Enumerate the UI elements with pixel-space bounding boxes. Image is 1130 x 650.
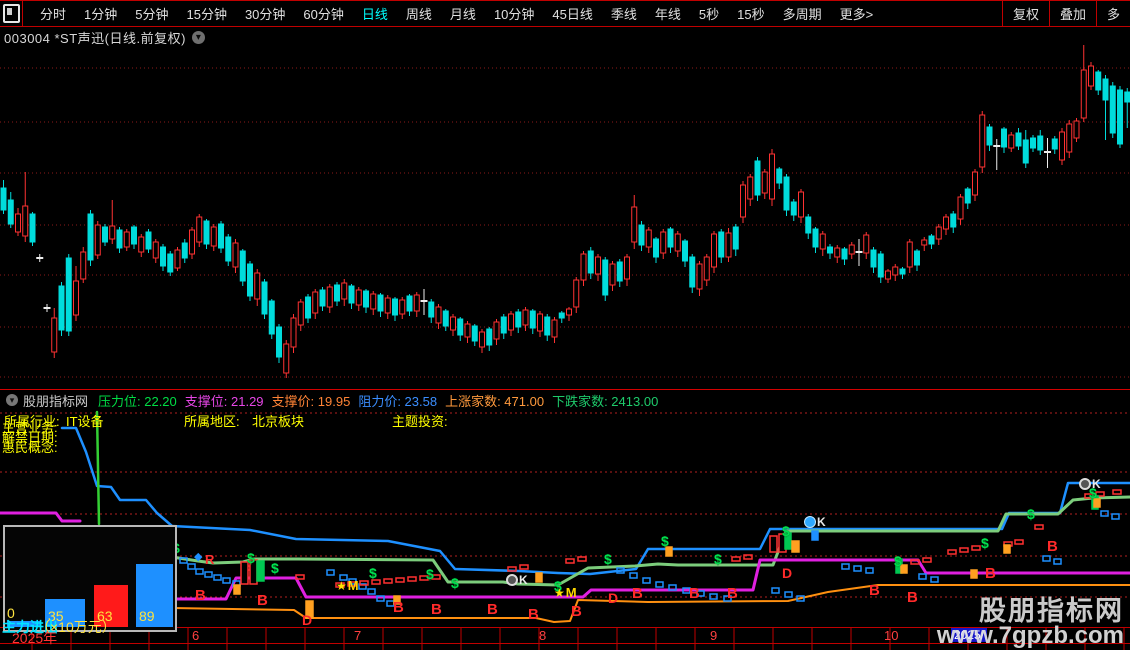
- toolbar-period-7[interactable]: 周线: [397, 4, 441, 23]
- toolbar-period-4[interactable]: 30分钟: [236, 4, 294, 23]
- toolbar-right-1[interactable]: 叠加: [1048, 1, 1096, 26]
- axis-month-10: 10: [884, 628, 899, 643]
- toolbar-period-11[interactable]: 季线: [602, 4, 646, 23]
- axis-month-8: 8: [539, 628, 547, 643]
- indicator-header-row: ▾ 股朋指标网 压力位: 22.20 支撑位: 21.29 支撑价: 19.95 阻力…: [0, 391, 1130, 409]
- app-window: 分时 1分钟 5分钟 15分钟 30分钟 60分钟 日线 周线 月线 10分钟 45日线 季线 年线 5秒…: [0, 0, 1130, 650]
- axis-month-9: 9: [710, 628, 718, 643]
- axis-month-7: 7: [354, 628, 362, 643]
- toolbar-period-13[interactable]: 5秒: [690, 4, 728, 23]
- main-force-legend-box: 0 35 63 89: [3, 525, 177, 632]
- indicator-field-5: 下跌家数: 2413.00: [552, 393, 659, 409]
- layout-icon-cell[interactable]: [0, 1, 23, 26]
- legend-bar-label: 89: [139, 608, 155, 624]
- toolbar-period-14[interactable]: 15秒: [728, 4, 773, 23]
- period-toolbar: 分时 1分钟 5分钟 15分钟 30分钟 60分钟 日线 周线 月线 10分钟 45日线 季线 年线 5秒…: [0, 0, 1130, 27]
- toolbar-right-2[interactable]: 多: [1095, 1, 1130, 26]
- watermark-brand: 股朋指标网: [979, 596, 1124, 626]
- toolbar-period-5[interactable]: 60分钟: [294, 4, 352, 23]
- stock-info-row: 所属行业: IT设备 所属地区: 北京板块 主题投资:: [0, 411, 1130, 429]
- toolbar-period-9[interactable]: 10分钟: [485, 4, 543, 23]
- indicator-field-3: 阻力价: 23.58: [358, 393, 438, 409]
- info-overlay-2: 惠民概念:: [2, 440, 58, 455]
- toolbar-period-2[interactable]: 5分钟: [126, 4, 177, 23]
- toolbar-period-6[interactable]: 日线: [353, 4, 397, 23]
- indicator-field-1: 支撑位: 21.29: [184, 393, 264, 409]
- info-field-4: 主题投资:: [392, 414, 448, 429]
- toolbar-right-group: 复权 叠加多: [1001, 1, 1130, 26]
- toolbar-period-10[interactable]: 45日线: [543, 4, 601, 23]
- indicator-field-4: 上涨家数: 471.00: [445, 393, 545, 409]
- toolbar-period-16[interactable]: 更多>: [831, 4, 883, 23]
- brand-label: 股朋指标网: [23, 393, 89, 409]
- symbol-bar[interactable]: 003004 *ST声迅(日线.前复权) ▾: [0, 27, 1130, 48]
- axis-year-label: 2025年: [12, 630, 58, 646]
- multi-window-icon: [2, 4, 20, 23]
- info-field-2: 所属地区:: [184, 414, 240, 429]
- toolbar-period-0[interactable]: 分时: [31, 4, 75, 23]
- indicator-field-0: 压力位: 22.20: [98, 393, 177, 409]
- info-field-1: IT设备: [66, 414, 104, 429]
- toolbar-period-1[interactable]: 1分钟: [75, 4, 126, 23]
- toolbar-period-15[interactable]: 多周期: [774, 4, 831, 23]
- indicator-field-2: 支撑价: 19.95: [271, 393, 351, 409]
- axis-month-6: 6: [192, 628, 200, 643]
- toolbar-period-8[interactable]: 月线: [441, 4, 485, 23]
- watermark: 股朋指标网 www.7gpzb.com: [937, 598, 1124, 648]
- period-tabs: 分时 1分钟 5分钟 15分钟 30分钟 60分钟 日线 周线 月线 10分钟 45日线 季线 年线 5秒…: [23, 4, 1002, 23]
- info-field-3: 北京板块: [252, 414, 305, 429]
- toolbar-right-0[interactable]: 复权: [1001, 1, 1049, 26]
- chevron-circle-icon[interactable]: ▾: [6, 394, 18, 406]
- symbol-title: 003004 *ST声迅(日线.前复权): [4, 31, 186, 46]
- chevron-down-circle-icon[interactable]: ▾: [191, 31, 205, 44]
- watermark-url: www.7gpzb.com: [936, 622, 1124, 649]
- toolbar-period-3[interactable]: 15分钟: [177, 4, 235, 23]
- toolbar-period-12[interactable]: 年线: [646, 4, 690, 23]
